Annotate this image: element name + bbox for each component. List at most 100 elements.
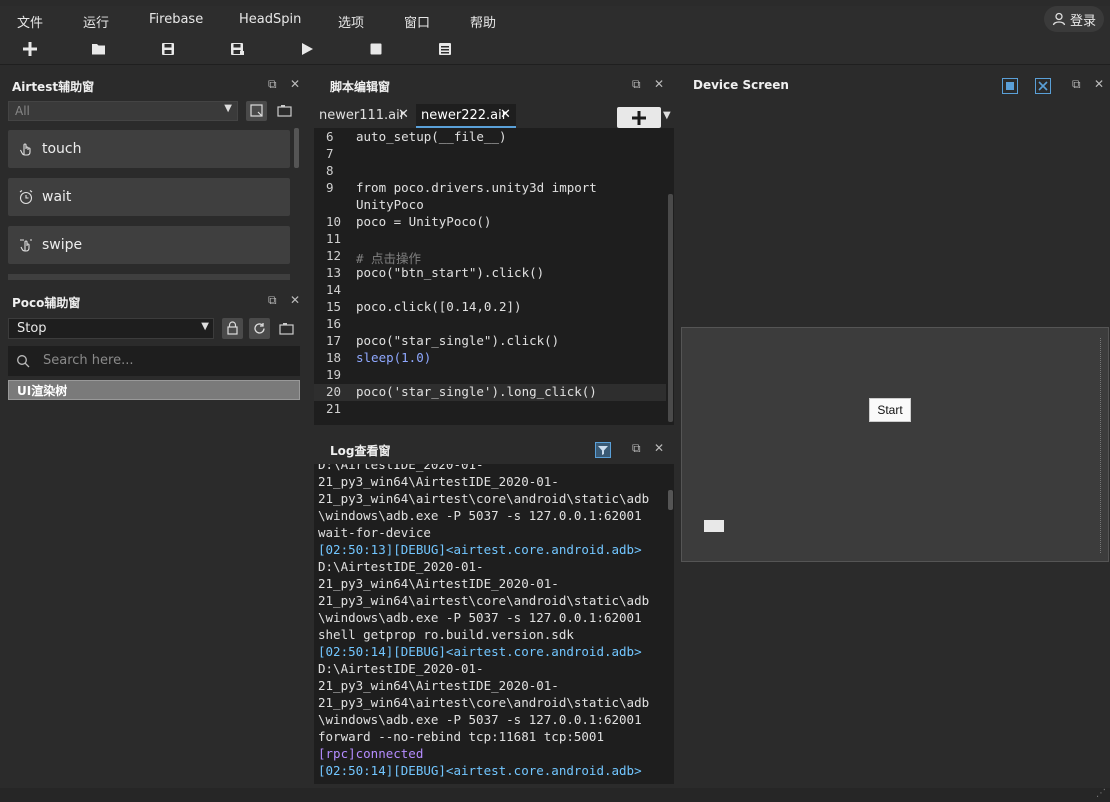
close-icon[interactable]: ✕ bbox=[290, 77, 300, 91]
tab-close-icon[interactable]: ✕ bbox=[500, 107, 511, 122]
float-icon[interactable]: ⧉ bbox=[632, 441, 641, 456]
save-as-icon[interactable] bbox=[229, 41, 245, 57]
new-tab-button[interactable] bbox=[617, 107, 661, 128]
action-touch-button[interactable]: touch bbox=[8, 130, 290, 168]
code-line: 13 poco("btn_start").click() bbox=[326, 265, 545, 280]
tools-icon bbox=[1038, 81, 1048, 91]
close-icon[interactable]: ✕ bbox=[654, 77, 664, 91]
close-icon[interactable]: ✕ bbox=[1094, 77, 1104, 91]
float-icon[interactable]: ⧉ bbox=[268, 77, 277, 92]
log-line: shell getprop ro.build.version.sdk bbox=[318, 627, 574, 642]
action-swipe-label: swipe bbox=[42, 237, 83, 253]
poco-record-button[interactable] bbox=[276, 318, 297, 339]
menu-firebase[interactable]: Firebase bbox=[149, 12, 203, 27]
device-screen-panel: Device Screen ⧉ ✕ Start bbox=[680, 72, 1110, 788]
folder-open-icon[interactable] bbox=[91, 41, 107, 57]
menu-help[interactable]: 帮助 bbox=[470, 12, 496, 31]
poco-panel: Poco辅助窗 ⧉ ✕ Stop ▼ Search here... UI渲染树 bbox=[0, 288, 308, 788]
code-line: 14 bbox=[326, 282, 342, 297]
poco-panel-title: Poco辅助窗 bbox=[12, 296, 81, 310]
log-line: [02:50:13][DEBUG]<airtest.core.android.a… bbox=[318, 542, 642, 557]
log-icon[interactable] bbox=[437, 41, 453, 57]
refresh-button[interactable] bbox=[249, 318, 270, 339]
poco-mode-value: Stop bbox=[17, 321, 47, 336]
ui-tree-root[interactable]: UI渲染树 bbox=[8, 380, 300, 400]
code-line: UnityPoco bbox=[356, 197, 424, 212]
lock-icon bbox=[227, 321, 238, 335]
code-line-current: 20 poco('star_single').long_click() bbox=[314, 384, 666, 401]
log-line: \windows\adb.exe -P 5037 -s 127.0.0.1:62… bbox=[318, 508, 642, 523]
tab-close-icon[interactable]: ✕ bbox=[398, 107, 409, 122]
image-capture-button[interactable] bbox=[246, 101, 267, 121]
poco-search-input[interactable]: Search here... bbox=[8, 346, 300, 376]
tab-newer222[interactable]: newer222.air ✕ bbox=[416, 104, 516, 128]
airtest-scrollbar[interactable] bbox=[294, 128, 299, 168]
log-line: 21_py3_win64\airtest\core\android\static… bbox=[318, 593, 650, 608]
menu-file[interactable]: 文件 bbox=[17, 12, 43, 31]
float-icon[interactable]: ⧉ bbox=[1072, 77, 1081, 92]
start-button[interactable]: Start bbox=[869, 398, 911, 422]
close-icon[interactable]: ✕ bbox=[654, 441, 664, 455]
save-icon[interactable] bbox=[160, 41, 176, 57]
menu-window[interactable]: 窗口 bbox=[404, 12, 430, 31]
menu-headspin[interactable]: HeadSpin bbox=[239, 12, 301, 27]
hand-tap-icon bbox=[20, 143, 31, 156]
device-tools-button[interactable] bbox=[1035, 78, 1051, 94]
record-button[interactable] bbox=[274, 101, 295, 121]
tab-newer111[interactable]: newer111.air ✕ bbox=[314, 104, 414, 128]
stop-icon[interactable] bbox=[368, 41, 384, 57]
device-mode-button[interactable] bbox=[1002, 78, 1018, 94]
log-line: 21_py3_win64\AirtestIDE_2020-01- bbox=[318, 474, 559, 489]
action-touch-label: touch bbox=[42, 141, 82, 157]
login-button[interactable]: 登录 bbox=[1044, 6, 1104, 32]
back-button[interactable] bbox=[704, 520, 724, 532]
code-line: 12 # 点击操作 bbox=[326, 248, 422, 266]
refresh-icon bbox=[254, 323, 265, 334]
ui-tree-root-label: UI渲染树 bbox=[17, 384, 68, 398]
action-swipe-button[interactable]: swipe bbox=[8, 226, 290, 264]
tab-newer111-label: newer111.air bbox=[319, 108, 406, 123]
code-line: 21 bbox=[326, 401, 342, 416]
lock-button[interactable] bbox=[222, 318, 243, 339]
log-filter-button[interactable] bbox=[595, 442, 611, 458]
action-wait-label: wait bbox=[42, 189, 72, 205]
device-screen[interactable]: Start bbox=[681, 327, 1109, 562]
log-scrollbar[interactable] bbox=[668, 490, 673, 510]
camera-icon bbox=[277, 105, 292, 117]
play-icon[interactable] bbox=[299, 41, 315, 57]
airtest-filter-select[interactable]: All ▼ bbox=[8, 101, 238, 121]
code-line: 18 sleep(1.0) bbox=[326, 350, 432, 365]
code-area[interactable]: 6 auto_setup(__file__) 7 8 9 from poco.dri… bbox=[314, 128, 674, 425]
menu-bar: 文件 运行 Firebase HeadSpin 选项 窗口 帮助 登录 bbox=[0, 6, 1110, 34]
action-wait-button[interactable]: wait bbox=[8, 178, 290, 216]
code-line: 11 bbox=[326, 231, 342, 246]
airtest-panel-title: Airtest辅助窗 bbox=[12, 80, 95, 94]
code-line: 9 from poco.drivers.unity3d import bbox=[326, 180, 597, 195]
device-edge-indicator bbox=[1100, 338, 1107, 553]
menu-run[interactable]: 运行 bbox=[83, 12, 109, 31]
log-line: [02:50:14][DEBUG]<airtest.core.android.a… bbox=[318, 763, 642, 778]
float-icon[interactable]: ⧉ bbox=[632, 77, 641, 92]
airtest-filter-value: All bbox=[15, 104, 30, 118]
tab-list-dropdown-icon[interactable]: ▼ bbox=[663, 110, 671, 121]
chevron-down-icon: ▼ bbox=[201, 321, 209, 332]
code-line: 17 poco("star_single").click() bbox=[326, 333, 560, 348]
editor-scrollbar[interactable] bbox=[668, 194, 673, 422]
screenshot-icon bbox=[250, 104, 263, 117]
code-line: 10 poco = UnityPoco() bbox=[326, 214, 492, 229]
menu-options[interactable]: 选项 bbox=[338, 12, 364, 31]
float-icon[interactable]: ⧉ bbox=[268, 293, 277, 308]
code-line: 8 bbox=[326, 163, 334, 178]
code-line: 6 auto_setup(__file__) bbox=[326, 129, 507, 144]
clock-icon bbox=[19, 190, 33, 205]
log-line: [rpc]connected bbox=[318, 746, 424, 761]
screen-select-icon bbox=[1006, 82, 1014, 90]
plus-icon[interactable] bbox=[22, 41, 38, 57]
plus-icon bbox=[632, 111, 646, 125]
log-line: wait-for-device bbox=[318, 525, 431, 540]
close-icon[interactable]: ✕ bbox=[290, 293, 300, 307]
poco-mode-select[interactable]: Stop ▼ bbox=[8, 318, 214, 339]
resize-grip-icon[interactable]: ⋰ bbox=[1096, 788, 1106, 799]
log-line: D:\AirtestIDE_2020-01- bbox=[318, 661, 484, 676]
log-output[interactable]: D:\AirtestIDE_2020-01- 21_py3_win64\Airt… bbox=[314, 464, 674, 784]
